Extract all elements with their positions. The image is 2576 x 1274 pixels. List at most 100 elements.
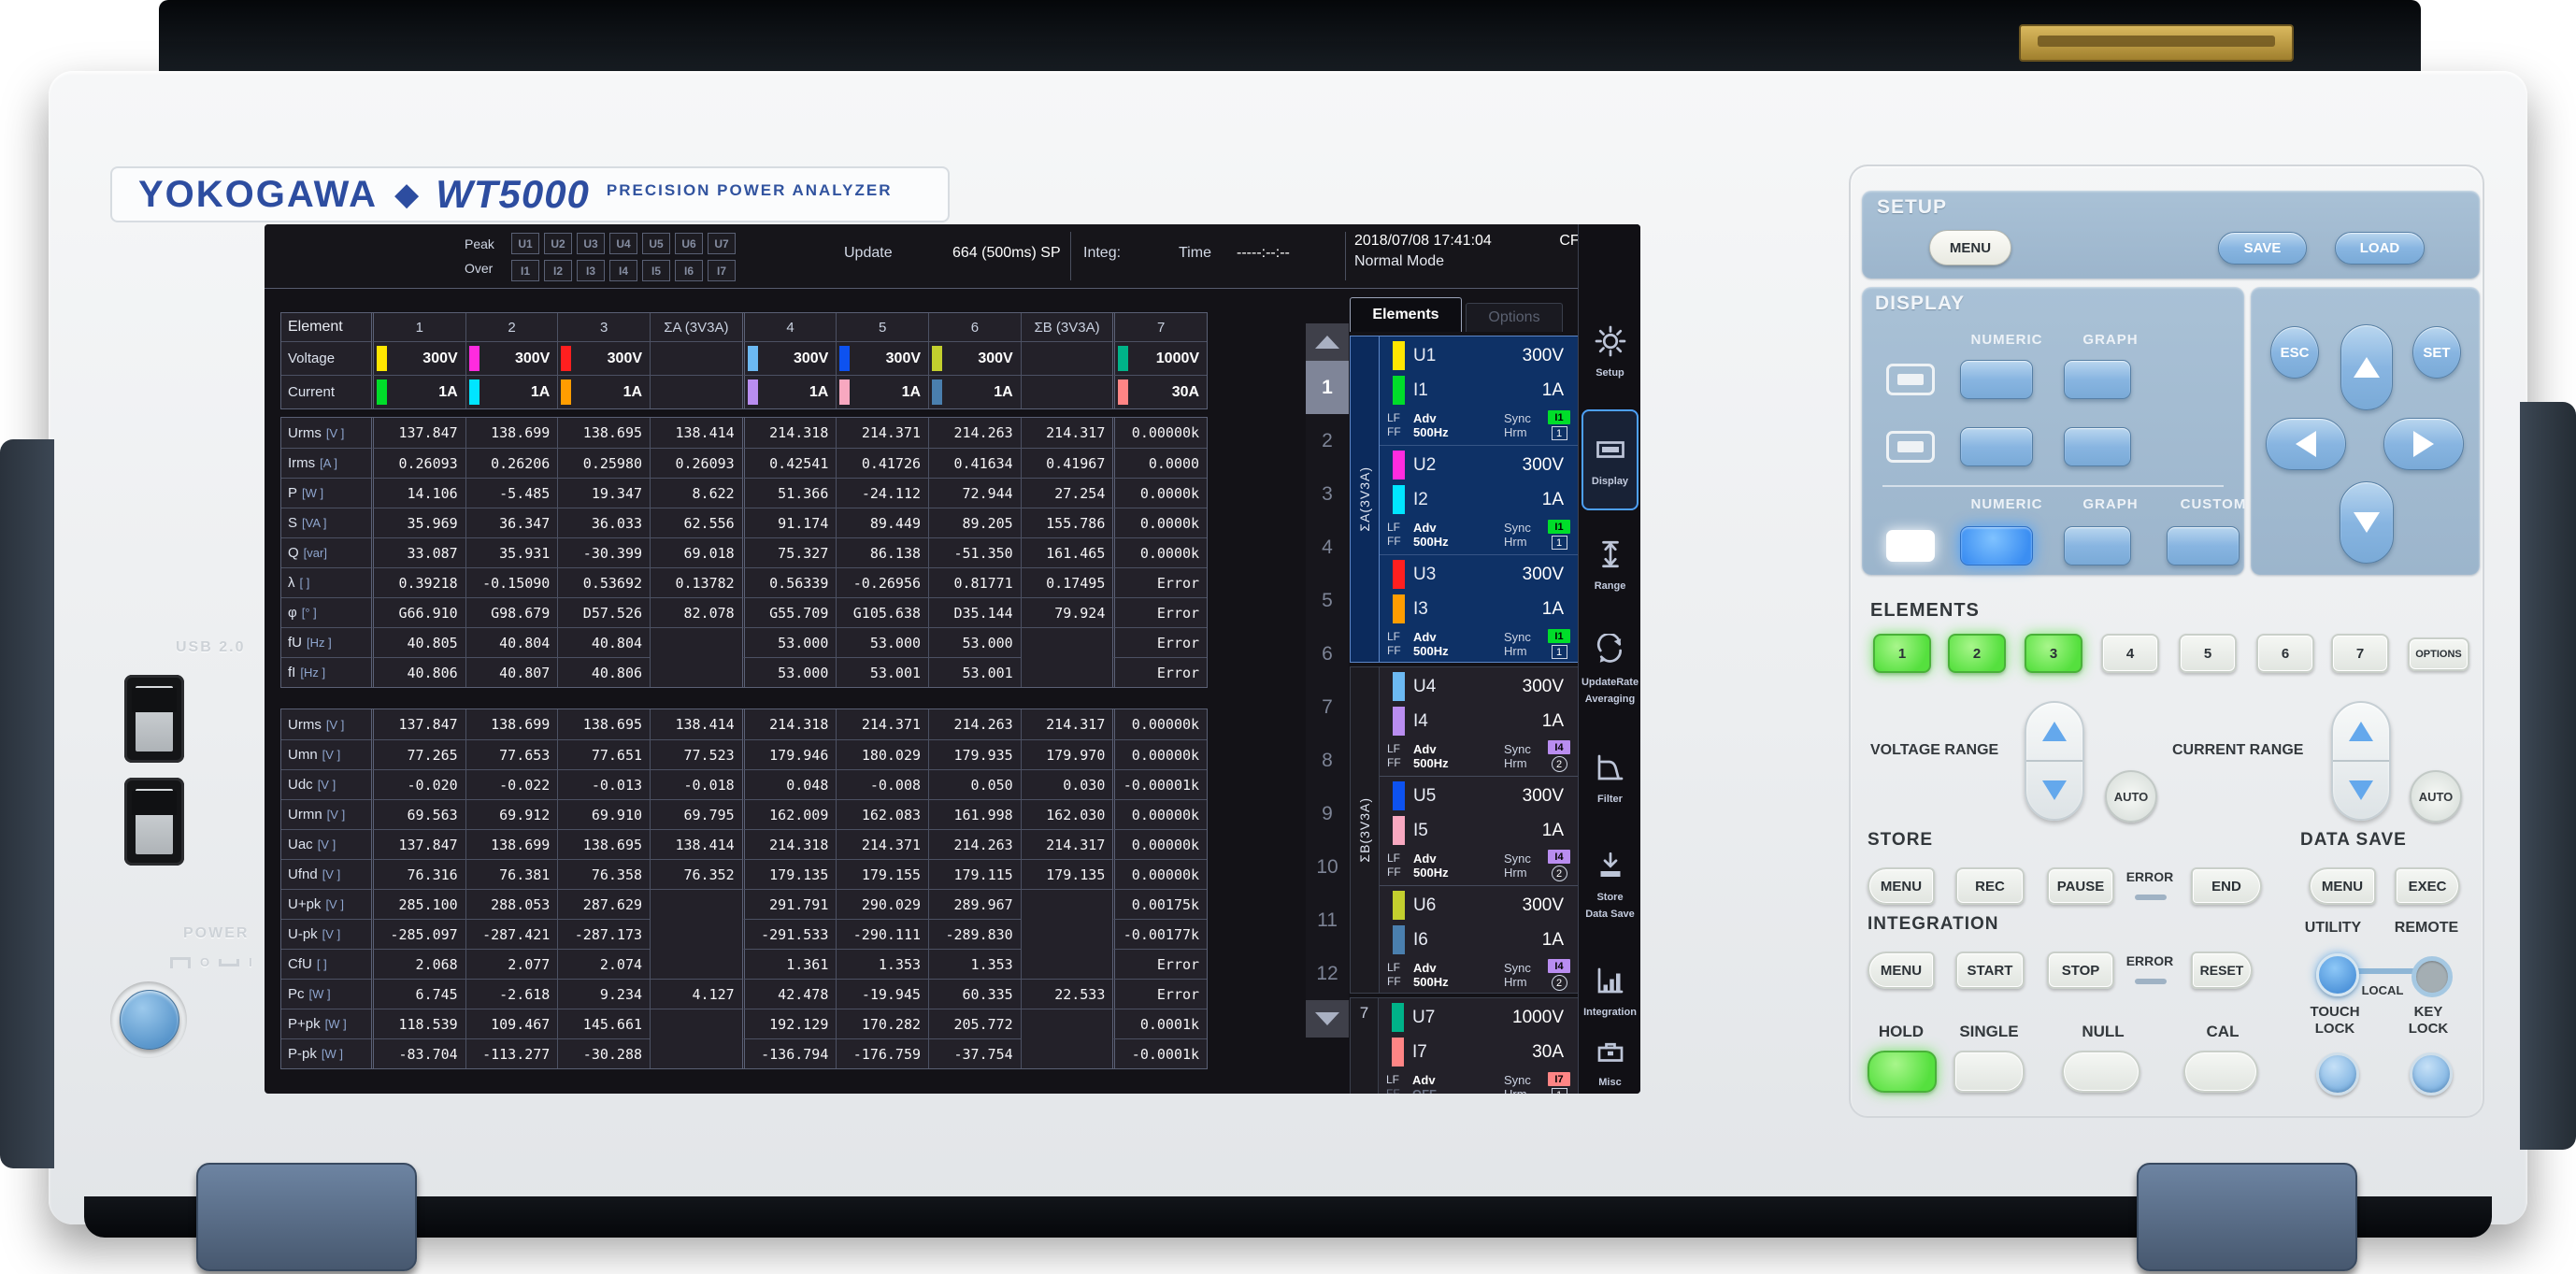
store-rec-button[interactable]: REC [1955, 867, 2025, 905]
element-block-U4[interactable]: U4 300V I4 1A LF FF Adv 500Hz Sync Hrm I4 2 [1380, 667, 1579, 777]
custom-button[interactable] [2167, 526, 2240, 565]
touch-lock-button[interactable] [2316, 1052, 2359, 1095]
page-item-7[interactable]: 7 [1306, 680, 1349, 734]
row-label-cell: U+pk [V ] [281, 889, 371, 919]
element-key-1[interactable]: 1 [1873, 634, 1931, 673]
store-end-button[interactable]: END [2191, 867, 2262, 905]
page-item-1[interactable]: 1 [1306, 361, 1349, 414]
page-item-11[interactable]: 11 [1306, 894, 1349, 947]
page-item-4[interactable]: 4 [1306, 521, 1349, 574]
integration-menu-button[interactable]: MENU [1868, 952, 1935, 989]
rail-item-updaterate[interactable]: UpdateRate Averaging [1581, 621, 1639, 718]
setup-menu-button[interactable]: MENU [1929, 230, 2011, 265]
load-button[interactable]: LOAD [2335, 232, 2425, 265]
element-color-chip [377, 379, 387, 405]
element-key-2[interactable]: 2 [1948, 634, 2006, 673]
options-button[interactable]: OPTIONS [2408, 637, 2469, 671]
page-item-2[interactable]: 2 [1306, 414, 1349, 467]
voltage-range-down[interactable] [2026, 762, 2082, 819]
current-range-up[interactable] [2333, 703, 2389, 762]
integration-start-button[interactable]: START [1955, 952, 2025, 989]
element-key-7[interactable]: 7 [2331, 634, 2389, 673]
element-block-U5[interactable]: U5 300V I5 1A LF FF Adv 500Hz Sync Hrm I4 2 [1380, 777, 1579, 886]
unit-label: [ ] [316, 957, 327, 971]
rail-item-range[interactable]: Range [1581, 516, 1639, 613]
arrow-up-button[interactable] [2340, 324, 2393, 410]
element-key-6[interactable]: 6 [2256, 634, 2314, 673]
unit-label: [V ] [325, 897, 344, 911]
wiring-group-7: 7U71000VI730ALFFFAdvOFFSyncHrmI71 [1350, 997, 1580, 1094]
measurement-value: -0.008 [869, 776, 922, 794]
arrow-left-button[interactable] [2266, 418, 2346, 470]
element-key-5[interactable]: 5 [2179, 634, 2237, 673]
numeric-button-row3-lit[interactable] [1960, 526, 2033, 565]
voltage-range-up[interactable] [2026, 703, 2082, 762]
voltage-auto-button[interactable]: AUTO [2105, 770, 2157, 823]
quantity-label: Uac [288, 837, 313, 852]
graph-button-row3[interactable] [2064, 526, 2131, 565]
measurement-value: 9.234 [599, 985, 643, 1003]
integration-stop-button[interactable]: STOP [2047, 952, 2114, 989]
element-block-U3[interactable]: U3 300V I3 1A LF FF Adv 500Hz Sync Hrm I1 1 [1380, 555, 1579, 664]
page-item-8[interactable]: 8 [1306, 734, 1349, 787]
rail-item-setup[interactable]: Setup [1581, 303, 1639, 400]
tab-elements[interactable]: Elements [1350, 297, 1462, 332]
element-block-U2[interactable]: U2 300V I2 1A LF FF Adv 500Hz Sync Hrm I1 1 [1380, 446, 1579, 555]
element-block-U1[interactable]: U1 300V I1 1A LF FF Adv 500Hz Sync Hrm I1 1 [1380, 336, 1579, 446]
remote-button[interactable] [2411, 956, 2453, 997]
rail-item-filter[interactable]: Filter [1581, 729, 1639, 826]
rail-item-display[interactable]: Display [1581, 409, 1639, 510]
esc-button[interactable]: ESC [2270, 326, 2319, 379]
value-cell: 0.56339 [741, 567, 837, 597]
element-block-U6[interactable]: U6 300V I6 1A LF FF Adv 500Hz Sync Hrm I4 2 [1380, 886, 1579, 995]
cal-button[interactable] [2183, 1051, 2258, 1093]
page-item-5[interactable]: 5 [1306, 574, 1349, 627]
numeric-button-row2[interactable] [1960, 427, 2033, 466]
config-value: 1A [438, 383, 458, 400]
rail-item-integration[interactable]: Integration [1581, 942, 1639, 1039]
hrm-label: Hrm [1504, 756, 1527, 770]
set-button[interactable]: SET [2412, 326, 2461, 379]
key-lock-button[interactable] [2410, 1052, 2453, 1095]
null-button[interactable] [2062, 1051, 2140, 1093]
measurement-value: 145.661 [582, 1015, 643, 1033]
single-button[interactable] [1953, 1051, 2025, 1093]
save-button[interactable]: SAVE [2218, 232, 2307, 265]
element-key-4[interactable]: 4 [2101, 634, 2159, 673]
store-menu-button[interactable]: MENU [1868, 867, 1935, 905]
datasave-exec-button[interactable]: EXEC [2395, 867, 2460, 905]
datasave-menu-button[interactable]: MENU [2309, 867, 2376, 905]
numeric-button-row1[interactable] [1960, 360, 2033, 399]
arrow-down-button[interactable] [2340, 481, 2394, 564]
ff-label: FF [1387, 425, 1401, 438]
rail-item-misc[interactable]: Misc [1581, 1030, 1639, 1092]
page-scroll-down[interactable] [1306, 1000, 1349, 1038]
element-key-3[interactable]: 3 [2025, 634, 2082, 673]
datasave-title: DATA SAVE [2300, 830, 2407, 850]
tab-options[interactable]: Options [1466, 303, 1563, 332]
measurement-value: -0.15090 [482, 574, 551, 592]
graph-button-row2[interactable] [2064, 427, 2131, 466]
rail-item-store[interactable]: Store Data Save [1581, 836, 1639, 933]
current-auto-button[interactable]: AUTO [2410, 770, 2462, 823]
group-body: U71000VI730ALFFFAdvOFFSyncHrmI71 [1379, 998, 1579, 1094]
store-pause-button[interactable]: PAUSE [2047, 867, 2114, 905]
voltage-row: U3 300V [1380, 557, 1579, 592]
page-item-3[interactable]: 3 [1306, 467, 1349, 521]
arrow-right-button[interactable] [2383, 418, 2464, 470]
page-item-12[interactable]: 12 [1306, 947, 1349, 1000]
page-item-10[interactable]: 10 [1306, 840, 1349, 894]
page-item-6[interactable]: 6 [1306, 627, 1349, 680]
power-button[interactable] [120, 990, 179, 1050]
sync-source-badge: I1 [1548, 629, 1570, 643]
page-scroll-up[interactable] [1306, 323, 1349, 361]
element-block-U7[interactable]: U71000VI730ALFFFAdvOFFSyncHrmI71 [1379, 998, 1579, 1094]
page-item-9[interactable]: 9 [1306, 787, 1349, 840]
graph-button-row1[interactable] [2064, 360, 2131, 399]
hold-button[interactable] [1868, 1051, 1937, 1093]
measurement-value: 0.0000 [1148, 454, 1200, 472]
vent-slot [2038, 36, 2275, 47]
current-range-down[interactable] [2333, 762, 2389, 819]
value-cell: 91.174 [741, 508, 837, 537]
integration-reset-button[interactable]: RESET [2191, 952, 2253, 989]
